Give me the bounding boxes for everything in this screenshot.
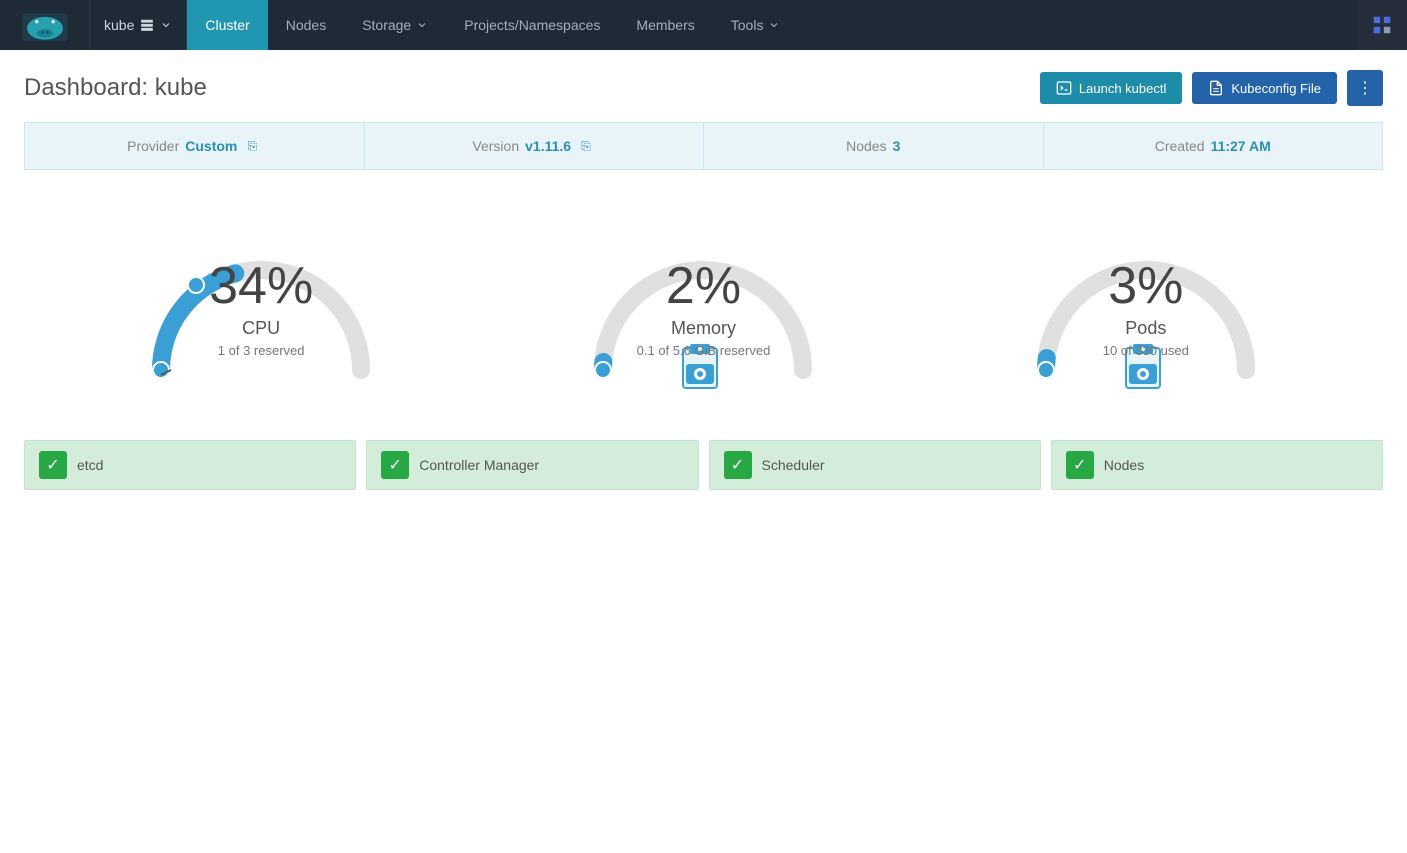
pods-gauge: 3% Pods 10 of 330 used [996, 200, 1296, 400]
memory-label: Memory [637, 318, 771, 339]
status-check-etcd: ✓ [39, 451, 67, 479]
nav-items: Cluster Nodes Storage Projects/Namespace… [187, 0, 1357, 50]
cpu-label: CPU [209, 318, 313, 339]
cluster-selector[interactable]: kube [90, 0, 187, 50]
status-check-scheduler: ✓ [724, 451, 752, 479]
content-wrapper: Dashboard: kube Launch kubectl Kub [0, 50, 1407, 853]
storage-dropdown-icon [416, 19, 428, 31]
cpu-sub: 1 of 3 reserved [209, 343, 313, 358]
server-icon [140, 18, 154, 32]
memory-gauge-center: 2% Memory 0.1 of 5.6 GiB reserved [637, 260, 771, 358]
nav-item-storage[interactable]: Storage [344, 0, 446, 50]
terminal-icon [1056, 80, 1072, 96]
copy-version-icon[interactable]: ⎘ [577, 137, 595, 155]
gauges-section: 34% CPU 1 of 3 reserved [0, 170, 1407, 420]
info-version: Version v1.11.6 ⎘ [365, 123, 705, 169]
nav-apps-icon[interactable] [1357, 0, 1407, 50]
status-check-controller-manager: ✓ [381, 451, 409, 479]
status-etcd: ✓ etcd [24, 440, 356, 490]
pods-gauge-center: 3% Pods 10 of 330 used [1103, 260, 1189, 358]
tools-dropdown-icon [768, 19, 780, 31]
status-check-nodes: ✓ [1066, 451, 1094, 479]
memory-sub: 0.1 of 5.6 GiB reserved [637, 343, 771, 358]
header-actions: Launch kubectl Kubeconfig File ⋮ [1040, 70, 1383, 106]
nav-right [1357, 0, 1407, 50]
status-label-scheduler: Scheduler [762, 457, 825, 473]
page-title: Dashboard: kube [24, 74, 207, 102]
info-created: Created 11:27 AM [1044, 124, 1383, 168]
cpu-gauge: 34% CPU 1 of 3 reserved [111, 200, 411, 400]
status-label-nodes: Nodes [1104, 457, 1144, 473]
launch-kubectl-button[interactable]: Launch kubectl [1040, 72, 1182, 104]
copy-provider-icon[interactable]: ⎘ [243, 137, 261, 155]
nav-item-projects[interactable]: Projects/Namespaces [446, 0, 618, 50]
nav-item-tools[interactable]: Tools [713, 0, 799, 50]
navbar: kube Cluster Nodes Storage Projects/Name… [0, 0, 1407, 50]
status-label-etcd: etcd [77, 457, 103, 473]
memory-gauge: 2% Memory 0.1 of 5.6 GiB reserved [553, 200, 853, 400]
pods-sub: 10 of 330 used [1103, 343, 1189, 358]
nav-item-members[interactable]: Members [618, 0, 712, 50]
brand-logo[interactable] [0, 0, 90, 50]
cpu-gauge-center: 34% CPU 1 of 3 reserved [209, 260, 313, 358]
kubeconfig-button[interactable]: Kubeconfig File [1192, 72, 1337, 104]
status-scheduler: ✓ Scheduler [709, 440, 1041, 490]
nav-item-cluster[interactable]: Cluster [187, 0, 267, 50]
status-bar: ✓ etcd ✓ Controller Manager ✓ Scheduler … [0, 420, 1407, 510]
chevron-down-icon [160, 19, 172, 31]
page-header: Dashboard: kube Launch kubectl Kub [0, 50, 1407, 122]
pods-label: Pods [1103, 318, 1189, 339]
nav-item-nodes[interactable]: Nodes [268, 0, 344, 50]
more-actions-button[interactable]: ⋮ [1347, 70, 1383, 106]
file-icon [1208, 80, 1224, 96]
status-nodes: ✓ Nodes [1051, 440, 1383, 490]
info-nodes: Nodes 3 [704, 124, 1044, 168]
info-provider: Provider Custom ⎘ [25, 123, 365, 169]
info-bar: Provider Custom ⎘ Version v1.11.6 ⎘ Node… [24, 122, 1383, 170]
cluster-name: kube [104, 17, 134, 33]
status-controller-manager: ✓ Controller Manager [366, 440, 698, 490]
status-label-controller-manager: Controller Manager [419, 457, 539, 473]
